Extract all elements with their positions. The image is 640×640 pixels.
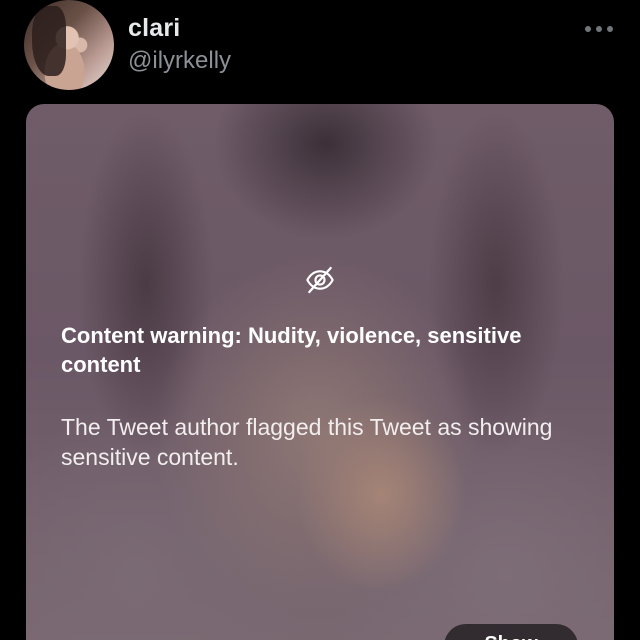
- eye-slash-icon: [306, 266, 334, 294]
- more-horizontal-icon[interactable]: [585, 24, 613, 34]
- content-warning-title: Content warning: Nudity, violence, sensi…: [61, 323, 522, 377]
- tweet: clari @ilyrkelly Content warning: Nudity…: [0, 0, 640, 640]
- author-handle[interactable]: @ilyrkelly: [128, 47, 231, 75]
- sensitive-media-card[interactable]: Content warning: Nudity, violence, sensi…: [26, 104, 614, 640]
- content-warning-description: The Tweet author flagged this Tweet as s…: [61, 414, 553, 470]
- more-dot: [596, 26, 602, 32]
- more-dot: [607, 26, 613, 32]
- author-display-name[interactable]: clari: [128, 14, 180, 43]
- show-button[interactable]: Show: [444, 624, 578, 640]
- more-dot: [585, 26, 591, 32]
- avatar[interactable]: [24, 0, 114, 90]
